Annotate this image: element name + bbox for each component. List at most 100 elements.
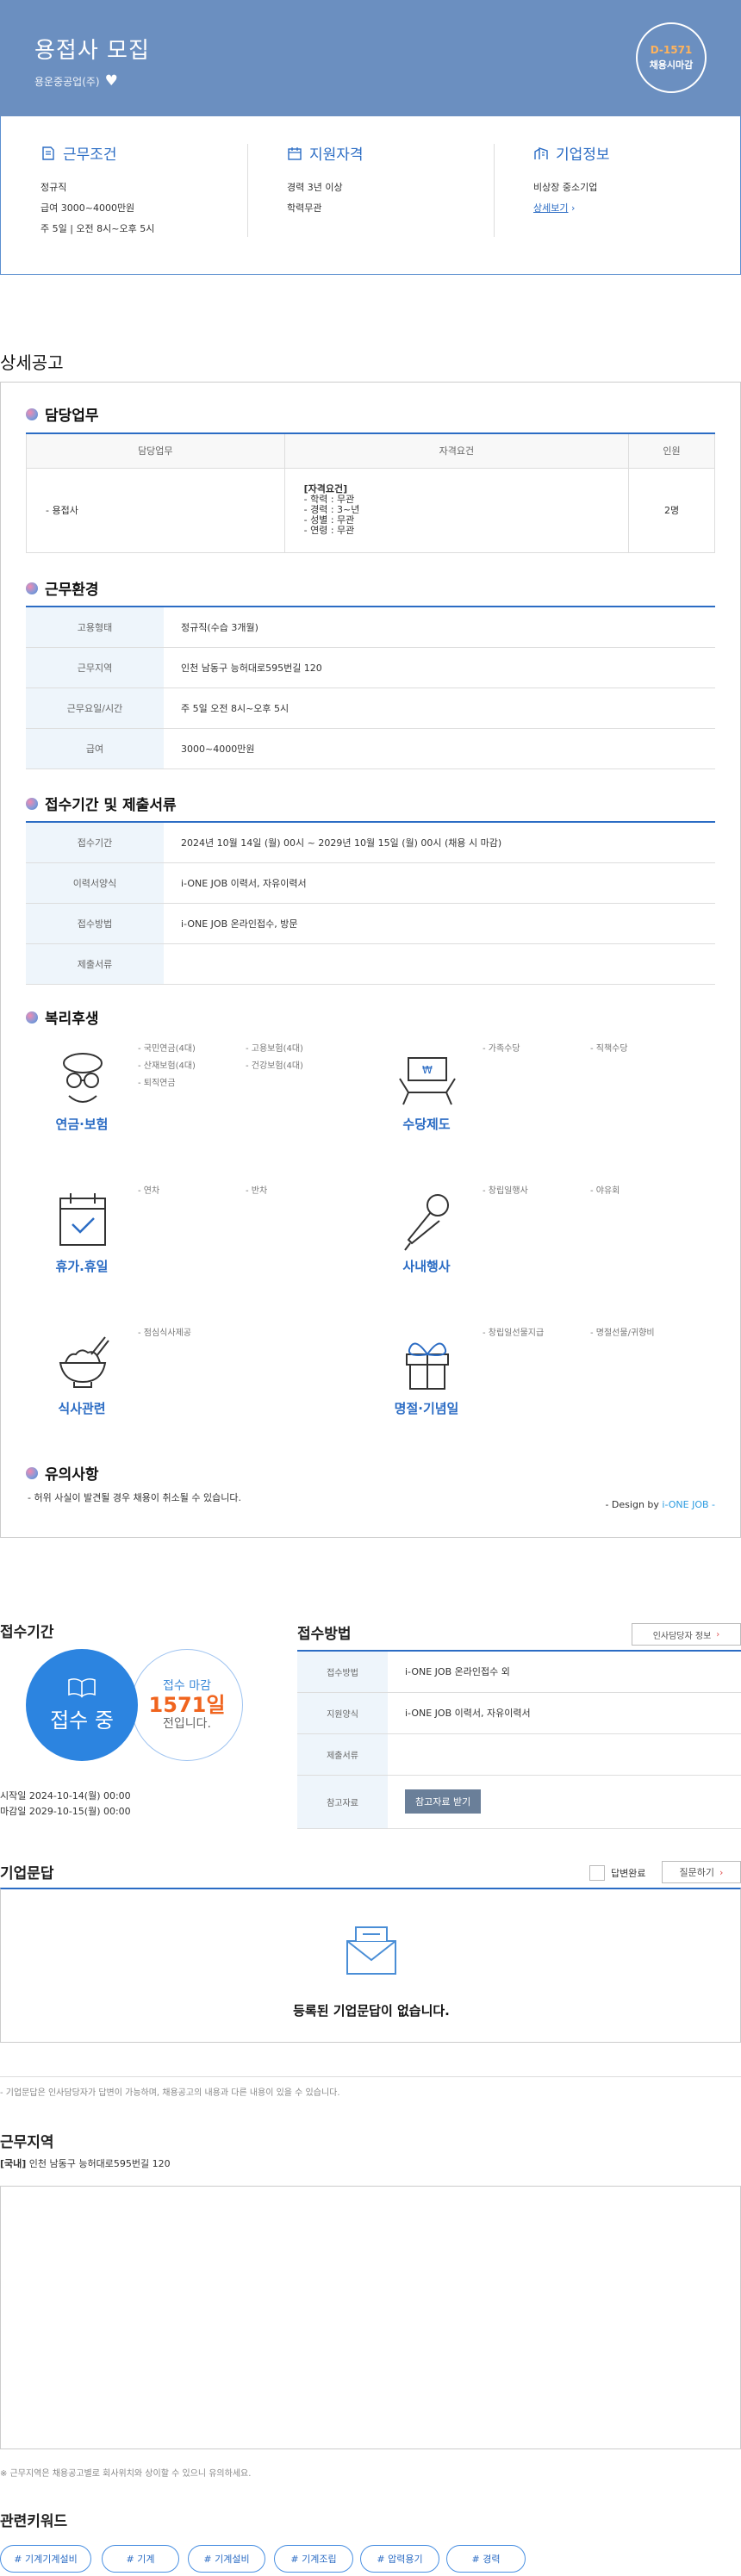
status-label: 접수 중 <box>50 1708 114 1733</box>
reference-download-button[interactable]: 참고자료 받기 <box>405 1789 482 1814</box>
company-info-heading: 기업정보 <box>556 146 610 164</box>
keyword-tag[interactable]: # 기계기계설비 <box>0 2545 91 2573</box>
ask-question-button[interactable]: 질문하기 › <box>662 1861 741 1883</box>
location-address: [국내] 인천 남동구 능허대로595번길 120 <box>0 2156 171 2170</box>
conditions-line: 정규직 <box>40 182 67 193</box>
benefit-event: 사내행사 - 창립일행사 - 야유회 <box>370 1176 715 1305</box>
duties-table: 담당업무 자격요건 인원 - 용접사 [자격요건] - 학력 : 무관 - 경력… <box>26 432 715 553</box>
ask-question-label: 질문하기 <box>679 1867 715 1878</box>
benefit-name: 식사관련 <box>58 1401 106 1416</box>
keyword-tag[interactable]: # 기계 <box>102 2545 179 2573</box>
row-label: 고용형태 <box>26 607 164 648</box>
company-type: 비상장 중소기업 <box>533 182 598 193</box>
benefit-item: - 직책수당 <box>590 1044 628 1054</box>
company-name-row: 용운중공업(주) ♥ <box>34 72 118 90</box>
benefit-item: - 야유회 <box>590 1186 620 1196</box>
qna-note: - 기업문답은 인사담당자가 답변이 가능하며, 채용공고의 내용과 다른 내용… <box>0 2088 340 2098</box>
table-row: 근무요일/시간 주 5일 오전 8시~오후 5시 <box>26 688 715 729</box>
benefit-item: - 국민연금(4대) <box>138 1044 196 1054</box>
answered-label: 답변완료 <box>611 1868 646 1879</box>
row-value: 2024년 10월 14일 (월) 00시 ~ 2029년 10월 15일 (월… <box>164 822 715 863</box>
start-date: 시작일 2024-10-14(월) 00:00 <box>0 1790 131 1801</box>
row-label: 근무요일/시간 <box>26 688 164 729</box>
status-circle: 접수 중 <box>26 1649 138 1761</box>
work-conditions-icon <box>42 146 54 160</box>
bullet-dot-icon <box>26 1466 38 1479</box>
welfare-heading: 복리후생 <box>26 1006 99 1028</box>
duty-cell: - 용접사 <box>26 467 285 553</box>
row-value: i-ONE JOB 이력서, 자유이력서 <box>164 862 715 904</box>
table-row: 이력서양식 i-ONE JOB 이력서, 자유이력서 <box>26 862 715 904</box>
map-area[interactable] <box>0 2186 741 2449</box>
benefit-item: - 창립일행사 <box>483 1186 528 1196</box>
qualifications-column: 지원자격 경력 3년 이상 학력무관 <box>287 142 364 219</box>
chevron-right-icon: › <box>570 202 576 214</box>
col-header: 자격요건 <box>283 433 630 469</box>
notice-heading-text: 유의사항 <box>45 1466 99 1484</box>
keyword-tag[interactable]: # 압력용기 <box>360 2545 439 2573</box>
table-row: 지원양식 i-ONE JOB 이력서, 자유이력서 <box>297 1692 741 1734</box>
benefit-name: 명절·기념일 <box>394 1401 459 1416</box>
answered-checkbox[interactable] <box>589 1865 605 1881</box>
row-value: 정규직(수습 3개월) <box>164 607 715 648</box>
keyword-tag[interactable]: # 기계설비 <box>188 2545 265 2573</box>
row-label: 접수기간 <box>26 822 164 863</box>
summary-panel: 근무조건 정규직 급여 3000~4000만원 주 5일 | 오전 8시~오후 … <box>0 116 741 275</box>
hr-info-label: 인사담당자 정보 <box>652 1631 712 1641</box>
count-cell: 2명 <box>628 467 715 553</box>
application-heading: 접수기간 및 제출서류 <box>26 793 177 814</box>
benefit-item: - 가족수당 <box>483 1044 520 1054</box>
dday-badge: D-1571 채용시마감 <box>636 22 707 93</box>
keyword-tag[interactable]: # 경력 <box>446 2545 526 2573</box>
benefit-item: - 점심식사제공 <box>138 1328 191 1338</box>
answered-filter[interactable]: 답변완료 <box>589 1865 645 1881</box>
keyword-tag[interactable]: # 기계조립 <box>274 2545 353 2573</box>
pension-icon <box>63 1053 103 1103</box>
table-row: 급여 3000~4000만원 <box>26 728 715 769</box>
qualifications-line: 경력 3년 이상 <box>287 182 343 193</box>
benefit-item: - 반차 <box>246 1186 268 1196</box>
qna-box: 등록된 기업문답이 없습니다. <box>0 1888 741 2043</box>
benefit-name: 사내행사 <box>402 1259 451 1274</box>
row-label: 접수방법 <box>26 903 164 944</box>
row-label: 제출서류 <box>297 1733 388 1776</box>
heart-icon[interactable]: ♥ <box>105 72 118 90</box>
bullet-dot-icon <box>26 582 38 594</box>
qualifications-heading: 지원자격 <box>309 146 364 164</box>
row-value: 주 5일 오전 8시~오후 5시 <box>164 688 715 729</box>
table-row: 제출서류 <box>297 1733 741 1776</box>
chevron-right-icon: › <box>719 1866 724 1878</box>
building-icon <box>534 146 548 159</box>
duties-heading-text: 담당업무 <box>45 408 99 425</box>
table-row: 접수기간 2024년 10월 14일 (월) 00시 ~ 2029년 10월 15… <box>26 822 715 863</box>
end-date: 마감일 2029-10-15(월) 00:00 <box>0 1806 131 1817</box>
company-name[interactable]: 용운중공업(주) <box>34 74 100 89</box>
bullet-dot-icon <box>26 408 38 420</box>
company-detail-link[interactable]: 상세보기 <box>533 202 568 214</box>
benefit-item: - 연차 <box>138 1186 160 1196</box>
row-value: i-ONE JOB 온라인접수 외 <box>388 1651 741 1693</box>
money-hand-icon: ₩ <box>399 1057 456 1105</box>
notice-heading: 유의사항 <box>26 1462 99 1484</box>
deadline-days: 1571일 <box>148 1693 226 1717</box>
benefit-item: - 창립일선물지급 <box>483 1328 545 1338</box>
calendar-check-icon <box>59 1193 106 1246</box>
job-header: 용접사 모집 용운중공업(주) ♥ D-1571 채용시마감 <box>0 0 741 116</box>
row-value: i-ONE JOB 이력서, 자유이력서 <box>388 1692 741 1734</box>
req-line: - 연령 : 무관 <box>303 525 355 536</box>
qualifications-line: 학력무관 <box>287 202 322 214</box>
application-table: 접수기간 2024년 10월 14일 (월) 00시 ~ 2029년 10월 15… <box>26 821 715 985</box>
row-value <box>388 1733 741 1776</box>
duties-heading: 담당업무 <box>26 403 99 425</box>
keywords-title: 관련키워드 <box>0 2513 68 2530</box>
table-row: 제출서류 <box>26 943 715 985</box>
benefit-allowance: ₩ 수당제도 - 가족수당 - 직책수당 <box>370 1034 715 1163</box>
design-credit: - Design by i-ONE JOB - <box>605 1499 715 1510</box>
hr-info-button[interactable]: 인사담당자 정보 › <box>632 1623 741 1646</box>
row-value: i-ONE JOB 온라인접수, 방문 <box>164 903 715 944</box>
conditions-column: 근무조건 정규직 급여 3000~4000만원 주 5일 | 오전 8시~오후 … <box>40 142 154 240</box>
row-value <box>164 943 715 985</box>
design-prefix: - Design by <box>605 1499 663 1510</box>
row-label: 지원양식 <box>297 1692 388 1734</box>
row-label: 접수방법 <box>297 1651 388 1693</box>
